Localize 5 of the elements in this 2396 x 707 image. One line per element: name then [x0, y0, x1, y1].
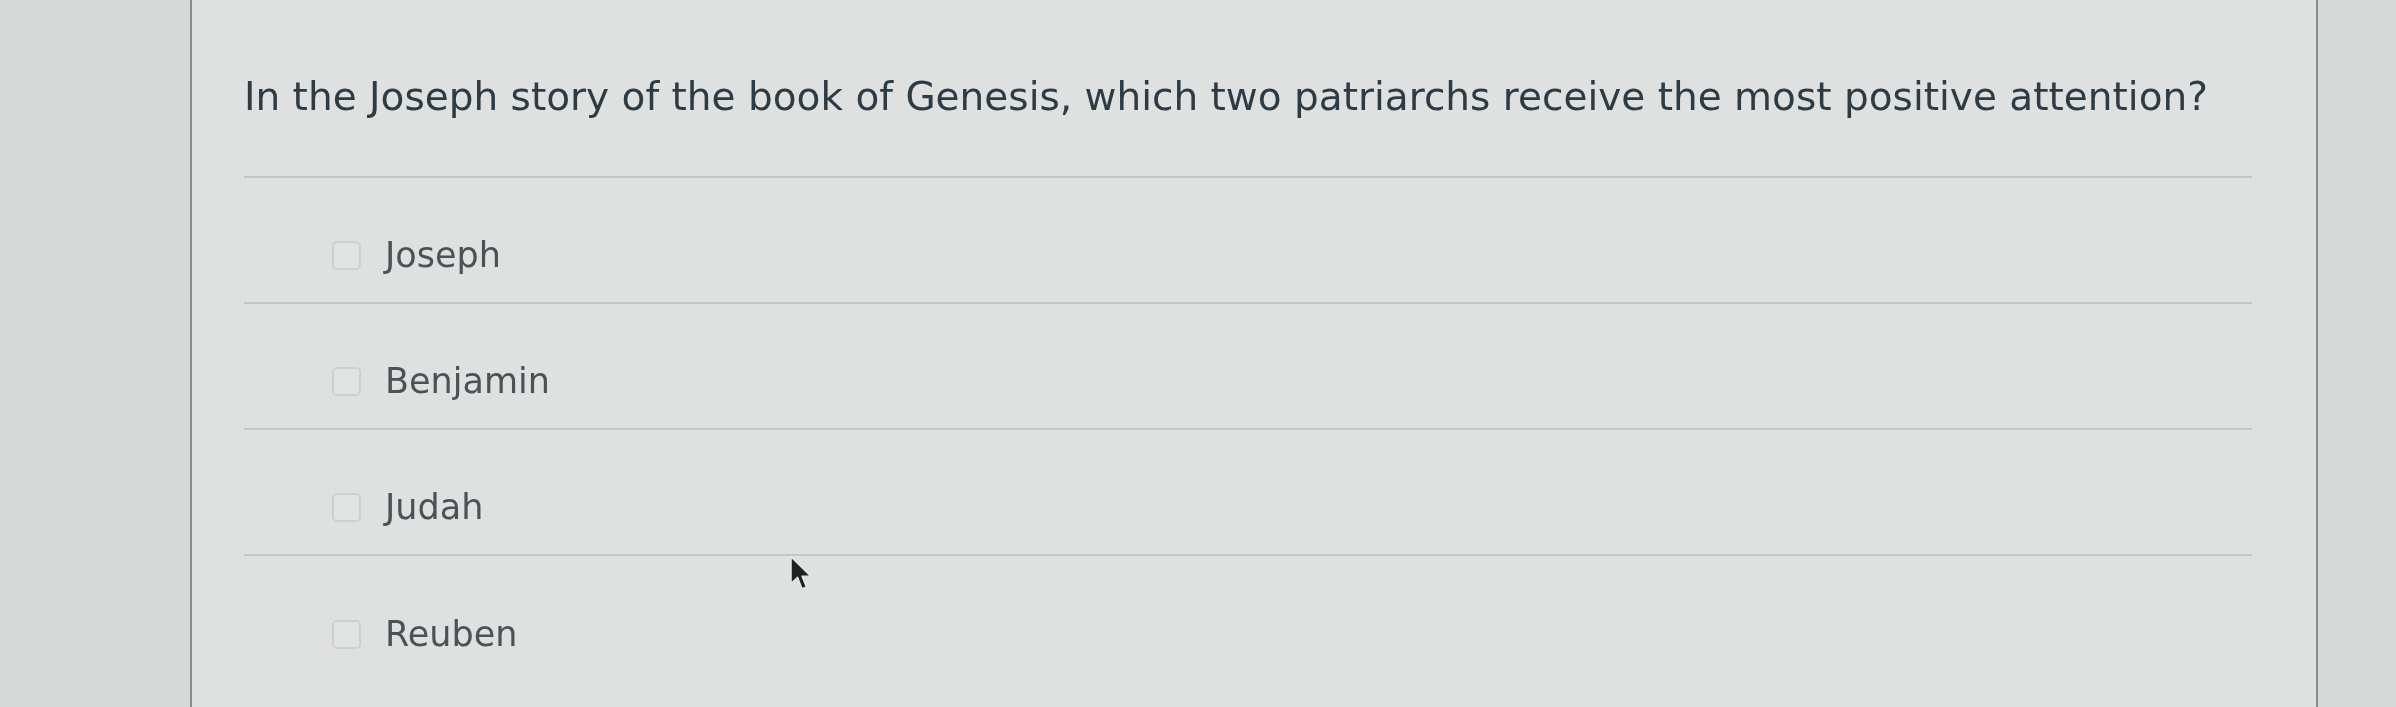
answer-option-label[interactable]: Reuben	[385, 613, 518, 655]
question-text: In the Joseph story of the book of Genesis, which two patriarchs receive the most positive attention?	[244, 74, 2208, 120]
answer-option-label[interactable]: Benjamin	[385, 360, 550, 402]
answer-option-label[interactable]: Judah	[385, 486, 484, 528]
answer-option-label[interactable]: Joseph	[385, 234, 501, 276]
